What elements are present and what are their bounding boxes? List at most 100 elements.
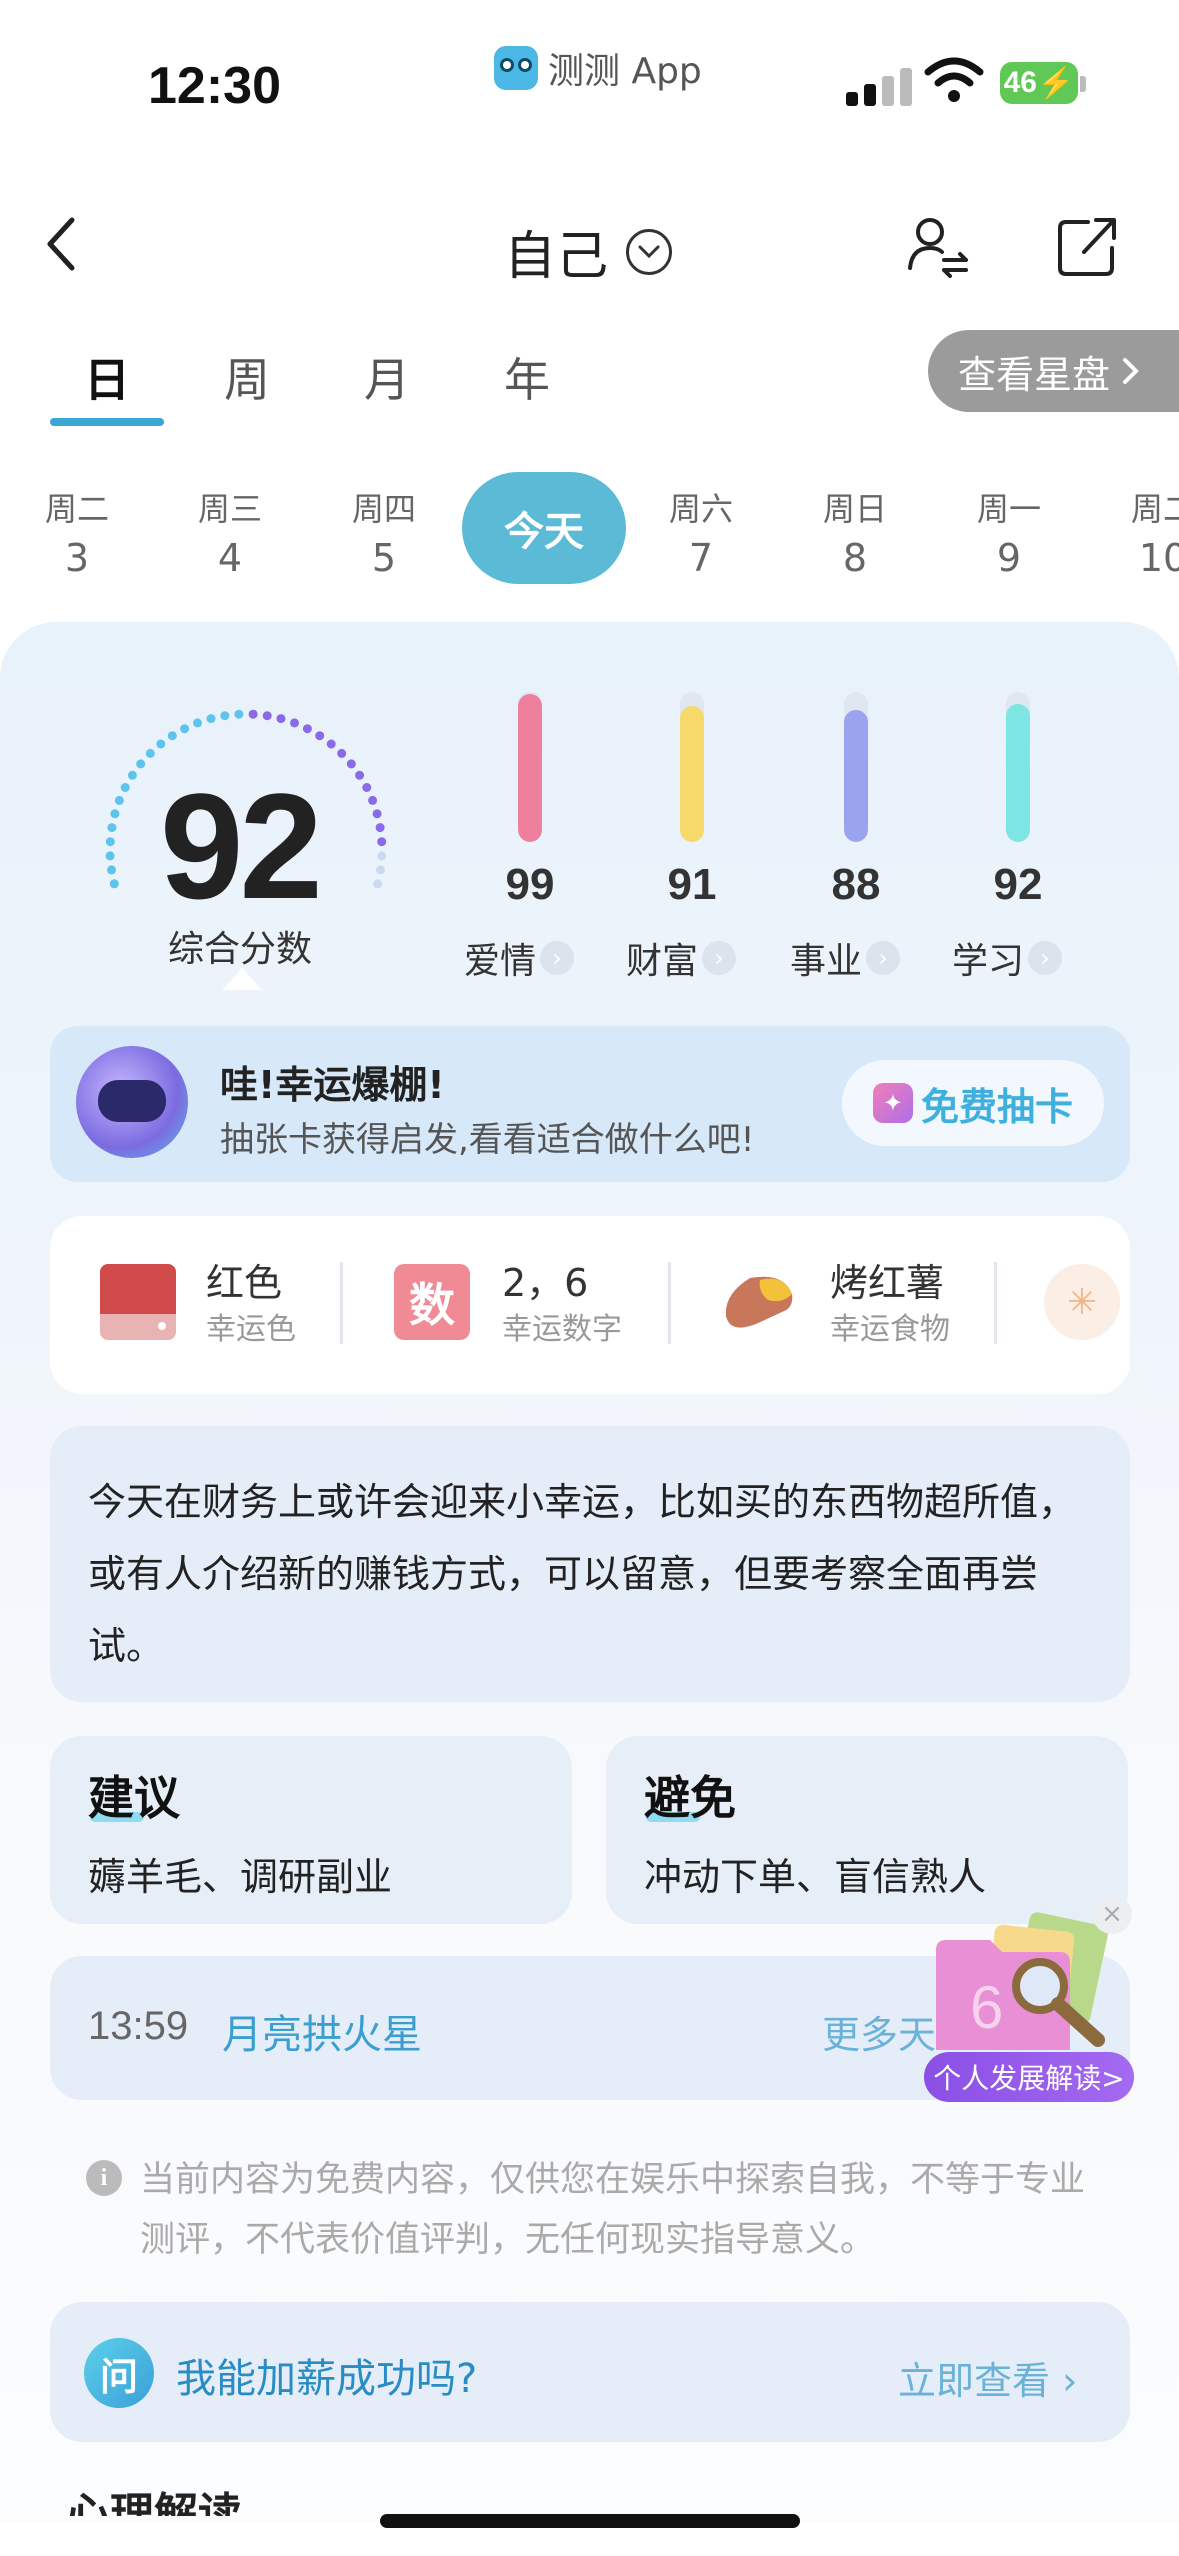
divider [994,1262,997,1344]
day-item[interactable]: 周六 7 [646,484,756,580]
lucky-number: 2，6 [502,1261,589,1305]
chevron-right-icon: › [866,941,901,975]
love-score: 99 [505,860,555,909]
cellular-signal-icon [846,62,912,106]
career-score: 88 [831,860,881,909]
gauge-dot [326,739,336,749]
gauge-dot [375,823,385,833]
status-time: 12:30 [148,57,281,115]
wealth-bar-fill [680,705,704,842]
gauge-dot [355,770,365,780]
gauge-dot [127,770,137,780]
lucky-subtitle: 抽张卡获得启发,看看适合做什么吧! [220,1120,755,1160]
score-pointer [222,968,262,990]
gauge-dot [167,731,177,741]
free-draw-label: 免费抽卡 [920,1084,1073,1129]
ask-icon: 问 [84,2338,154,2408]
advice-title: 建议 [88,1771,180,1825]
share-icon[interactable] [1054,212,1122,280]
advice-text: 薅羊毛、调研副业 [88,1855,393,1899]
study-bar-fill [1006,704,1030,842]
wealth-score: 91 [667,860,717,909]
love-label: 爱情 [464,941,537,982]
more-astro-link[interactable]: 更多天 [822,2004,936,2059]
lucky-title: 哇!幸运爆棚! [220,1063,445,1107]
gauge-dot [114,795,124,805]
chevron-right-icon: › [702,941,737,975]
info-icon: i [86,2160,122,2196]
battery-icon: 46 ⚡ [1000,62,1078,104]
divider [668,1262,671,1344]
wifi-icon [924,57,984,102]
overall-score-label: 综合分数 [168,929,313,970]
number-icon: 数 [394,1264,470,1340]
chevron-down-icon [626,228,673,275]
tab-month[interactable]: 月 [364,344,410,410]
day-item[interactable]: 周一 9 [954,484,1064,580]
career-bar-fill [844,710,868,842]
gauge-dot [290,718,299,728]
lucky-color-label: 幸运色 [206,1312,296,1347]
home-indicator[interactable] [380,2514,800,2528]
gauge-dot [362,783,372,792]
gauge-dot [206,714,216,724]
gauge-dot [136,759,146,769]
lucky-item-more-icon: ✳ [1044,1264,1120,1340]
tab-year[interactable]: 年 [504,344,550,410]
gauge-dot [302,724,312,734]
gauge-dot [105,837,115,847]
question-text: 我能加薪成功吗? [176,2356,478,2402]
gauge-dot [372,809,382,819]
gauge-dot [262,711,272,721]
gauge-dot [377,851,387,861]
personal-growth-label[interactable]: 个人发展解读> [924,2052,1134,2102]
star-chart-label: 查看星盘 [958,352,1111,397]
red-color-swatch-icon [100,1264,176,1340]
switch-user-icon[interactable] [904,212,972,280]
day-item[interactable]: 周二 10 [1108,484,1179,580]
gauge-dot [156,739,166,749]
page-title: 自己 [504,227,609,287]
gauge-dot [337,748,347,758]
career-label: 事业 [790,941,863,982]
view-now-link[interactable]: 立即查看 › [898,2350,1077,2405]
gauge-dot [145,748,155,758]
free-draw-card-button[interactable]: ✦ 免费抽卡 [842,1060,1104,1146]
gauge-dot [107,823,117,833]
gauge-dot [315,731,325,741]
battery-level: 46 [1003,66,1037,99]
gauge-dot [110,809,120,819]
fortune-description: 今天在财务上或许会迎来小幸运，比如买的东西物超所值，或有人介绍新的赚钱方式，可以… [50,1426,1130,1702]
sweet-potato-icon [725,1276,793,1328]
gauge-dot [107,865,116,875]
tab-day[interactable]: 日 [84,344,130,410]
app-logo-icon [494,46,538,90]
profile-selector[interactable]: 自己 [504,214,673,289]
avoid-title: 避免 [644,1771,736,1825]
tab-indicator [50,418,164,426]
next-section-title: 心理解读 [66,2489,242,2516]
gauge-dot [193,718,202,728]
gauge-dot [220,711,230,721]
avoid-text: 冲动下单、盲信熟人 [644,1855,987,1899]
wealth-label: 财富 [626,941,699,982]
app-indicator: 测测 App [494,42,702,94]
back-icon[interactable] [40,214,84,274]
view-star-chart-button[interactable]: 查看星盘 [928,330,1179,412]
lucky-color: 红色 [206,1261,283,1305]
day-item[interactable]: 周日 8 [800,484,910,580]
astro-event: 月亮拱火星 [222,2012,422,2058]
day-today[interactable]: 今天 [462,472,626,584]
chevron-right-icon [1123,358,1139,384]
day-item[interactable]: 周二 3 [22,484,132,580]
gauge-dot [373,879,383,889]
robot-mascot-icon [76,1046,188,1158]
tab-week[interactable]: 周 [224,344,270,410]
day-item[interactable]: 周三 4 [175,484,285,580]
gauge-dot [248,709,258,719]
gauge-dot [276,714,286,724]
lucky-food: 烤红薯 [830,1261,945,1305]
day-item[interactable]: 周四 5 [329,484,439,580]
card-icon: ✦ [872,1083,913,1123]
close-icon[interactable]: × [1092,1894,1132,1934]
